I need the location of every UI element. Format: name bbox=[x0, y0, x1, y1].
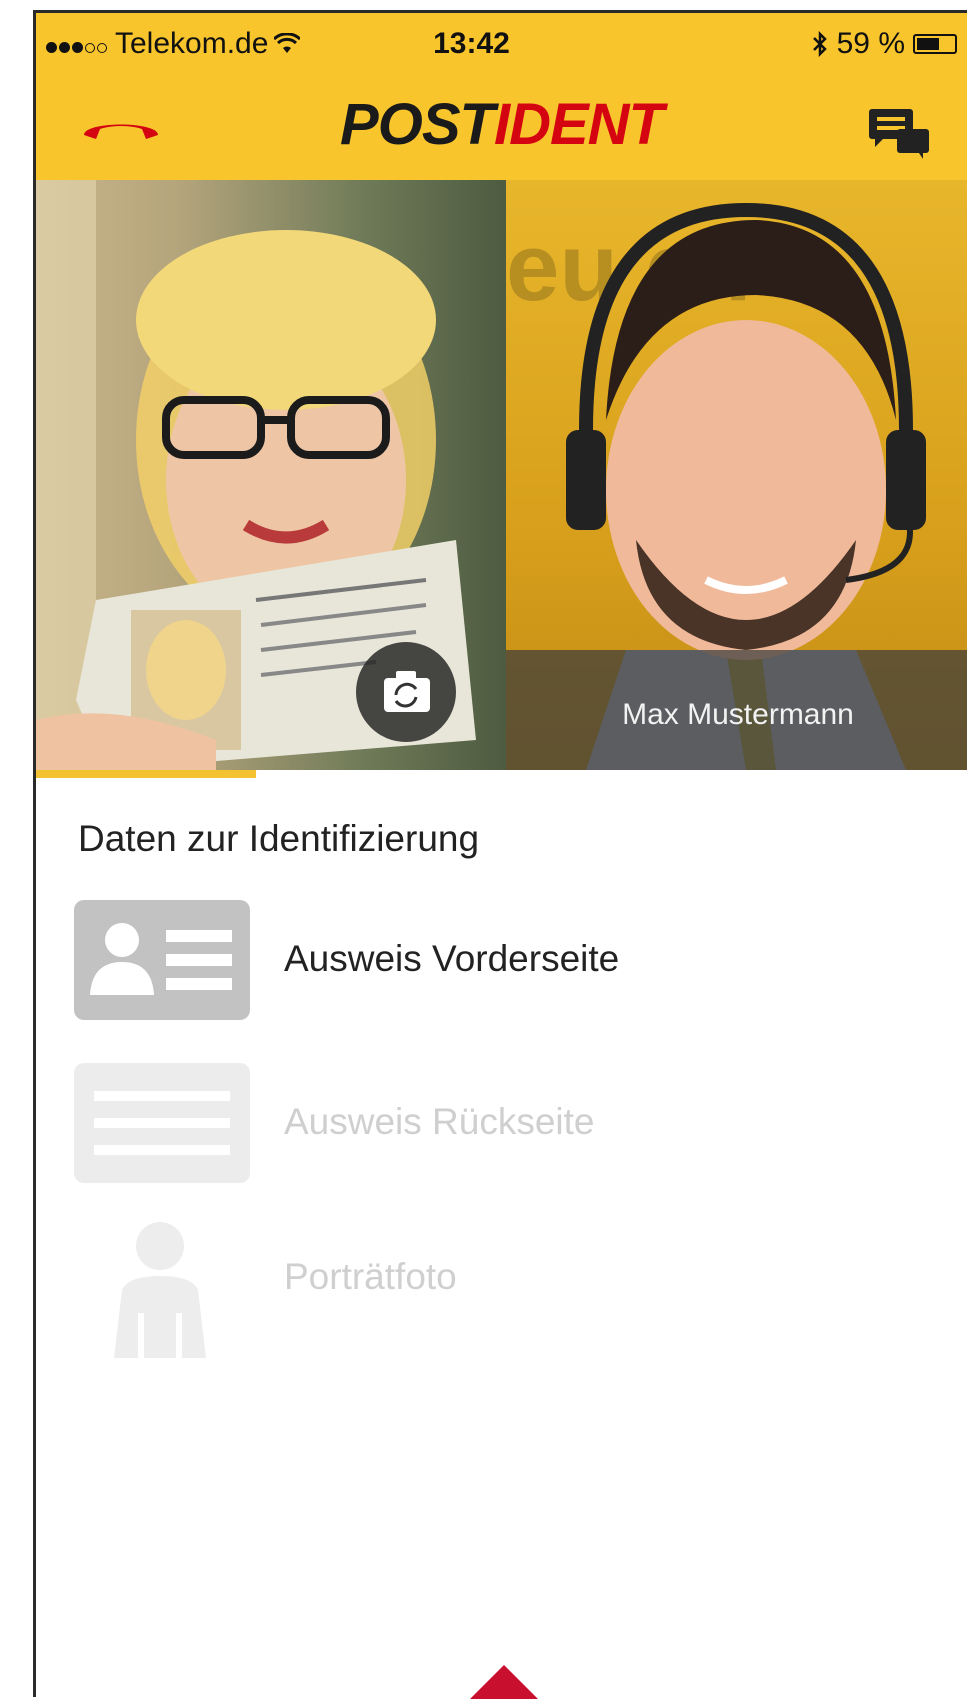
app-title: POSTIDENT bbox=[36, 91, 967, 158]
chat-icon[interactable] bbox=[867, 107, 931, 159]
step-id-back[interactable]: Ausweis Rückseite bbox=[74, 1063, 934, 1183]
step-label: Porträtfoto bbox=[284, 1256, 457, 1297]
app-header: Telekom.de 13:42 59 % POSTIDENT bbox=[36, 13, 967, 180]
agent-camera-view: eu e P Max Mustermann bbox=[506, 180, 967, 770]
bluetooth-icon bbox=[812, 31, 827, 57]
progress-indicator bbox=[36, 770, 256, 778]
app-screen: Telekom.de 13:42 59 % POSTIDENT eu e P M… bbox=[33, 10, 967, 1697]
section-title: Daten zur Identifizierung bbox=[78, 818, 480, 859]
agent-name: Max Mustermann bbox=[622, 698, 854, 731]
step-label: Ausweis Vorderseite bbox=[284, 938, 620, 979]
nav-bar: POSTIDENT bbox=[36, 73, 967, 180]
camera-switch-icon bbox=[384, 671, 430, 712]
app-title-post: POST bbox=[340, 92, 495, 157]
step-label: Ausweis Rückseite bbox=[284, 1101, 595, 1142]
agent-name-bar: Max Mustermann bbox=[506, 650, 967, 770]
battery-percent: 59 % bbox=[836, 27, 905, 60]
camera-switch-button[interactable] bbox=[356, 642, 456, 742]
pointer-arrow-icon bbox=[470, 1665, 538, 1699]
id-card-front-icon bbox=[74, 900, 250, 1020]
self-camera-view bbox=[36, 180, 506, 770]
person-icon bbox=[114, 1222, 206, 1358]
step-id-front[interactable]: Ausweis Vorderseite bbox=[74, 900, 934, 1020]
status-right: 59 % bbox=[811, 27, 957, 61]
status-bar: Telekom.de 13:42 59 % bbox=[36, 13, 967, 73]
app-title-ident: IDENT bbox=[493, 92, 664, 157]
step-portrait[interactable]: Porträtfoto bbox=[74, 1218, 934, 1358]
battery-icon bbox=[913, 34, 957, 54]
video-call-area: eu e P Max Mustermann bbox=[36, 180, 967, 770]
id-card-back-icon bbox=[74, 1063, 250, 1183]
